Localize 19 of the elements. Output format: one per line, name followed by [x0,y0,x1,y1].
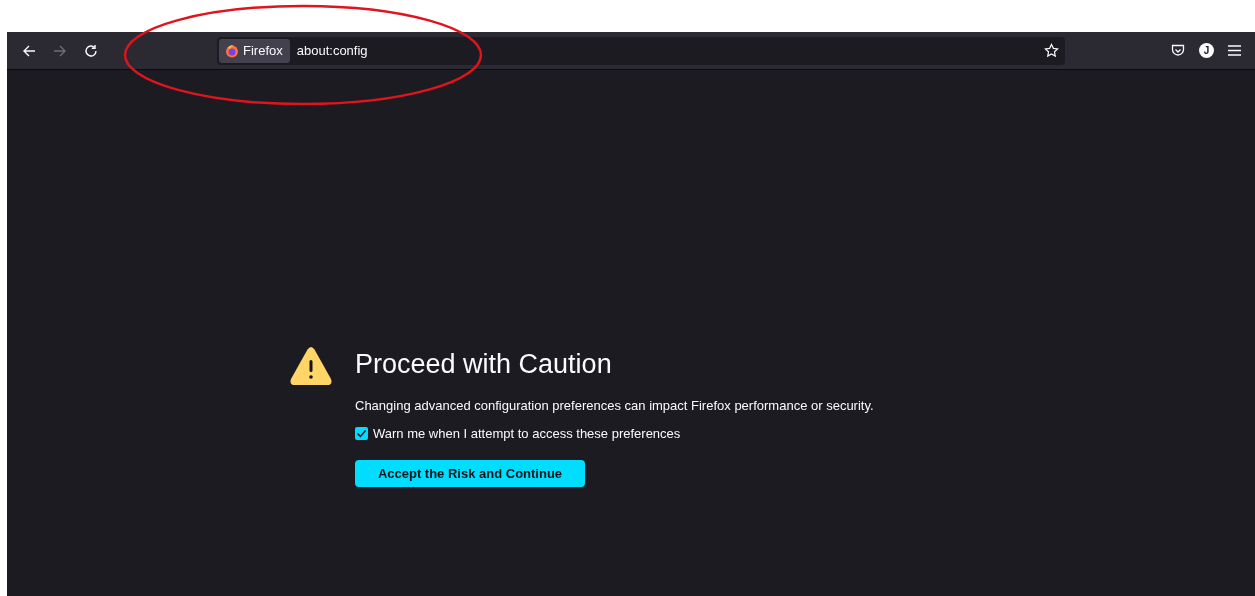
forward-arrow-icon [53,43,67,58]
warning-title: Proceed with Caution [355,348,612,381]
warning-icon [289,346,333,386]
account-avatar[interactable]: J [1199,43,1214,58]
url-text: about:config [296,43,369,58]
identity-button[interactable]: Firefox [219,38,290,63]
warning-message: Changing advanced configuration preferences can impact Firefox performance or security. [355,398,874,413]
address-bar[interactable]: Firefox about:config [217,36,1065,65]
bookmark-star-icon[interactable] [1044,43,1059,58]
warn-checkbox[interactable] [355,427,368,440]
back-arrow-icon [22,43,36,58]
checkbox-label: Warn me when I attempt to access these preferences [373,426,681,441]
pocket-icon [1171,44,1185,57]
browser-logo-icon [225,43,239,58]
reload-icon [84,43,98,58]
menu-button[interactable] [1228,45,1241,56]
pocket-button[interactable] [1171,44,1185,57]
accept-button[interactable]: Accept the Risk and Continue [355,460,585,487]
menu-icon [1228,45,1241,56]
